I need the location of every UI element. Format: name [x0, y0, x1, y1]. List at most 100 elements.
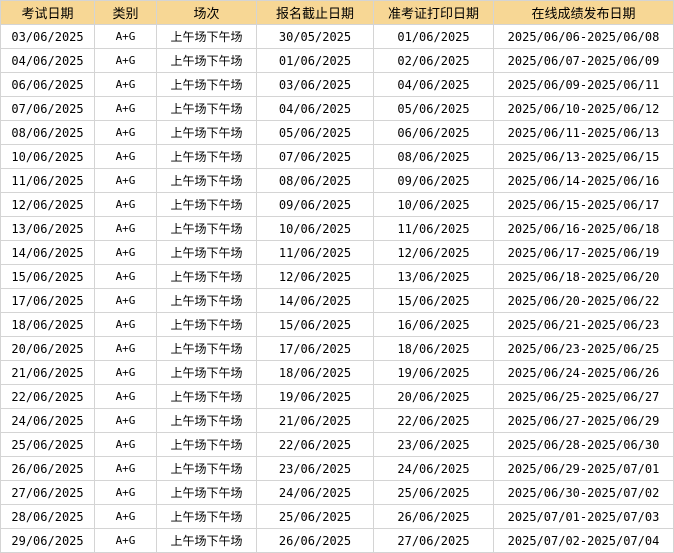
exam-date-cell: 13/06/2025 — [0, 216, 95, 241]
table-row: 03/06/2025 A+G 上午场下午场 30/05/2025 01/06/2025 2… — [0, 24, 674, 49]
exam-date-cell: 28/06/2025 — [0, 504, 95, 529]
exam-date-cell: 21/06/2025 — [0, 360, 95, 385]
exam-date-cell: 22/06/2025 — [0, 384, 95, 409]
category-cell: A+G — [94, 192, 157, 217]
admission-print-date-cell: 08/06/2025 — [373, 144, 494, 169]
category-cell: A+G — [94, 408, 157, 433]
exam-date-cell: 04/06/2025 — [0, 48, 95, 73]
results-release-cell: 2025/06/28-2025/06/30 — [493, 432, 674, 457]
registration-deadline-cell: 10/06/2025 — [256, 216, 374, 241]
exam-date-cell: 08/06/2025 — [0, 120, 95, 145]
admission-print-date-cell: 05/06/2025 — [373, 96, 494, 121]
table-row: 17/06/2025 A+G 上午场下午场 14/06/2025 15/06/2025 2… — [0, 288, 674, 313]
session-cell: 上午场下午场 — [156, 360, 257, 385]
admission-print-date-cell: 02/06/2025 — [373, 48, 494, 73]
category-cell: A+G — [94, 336, 157, 361]
admission-print-date-cell: 16/06/2025 — [373, 312, 494, 337]
results-release-cell: 2025/06/23-2025/06/25 — [493, 336, 674, 361]
admission-print-date-cell: 10/06/2025 — [373, 192, 494, 217]
header-session: 场次 — [156, 0, 257, 25]
session-cell: 上午场下午场 — [156, 192, 257, 217]
registration-deadline-cell: 22/06/2025 — [256, 432, 374, 457]
registration-deadline-cell: 08/06/2025 — [256, 168, 374, 193]
admission-print-date-cell: 04/06/2025 — [373, 72, 494, 97]
session-cell: 上午场下午场 — [156, 384, 257, 409]
header-online-results-date: 在线成绩发布日期 — [493, 0, 674, 25]
exam-date-cell: 17/06/2025 — [0, 288, 95, 313]
results-release-cell: 2025/06/06-2025/06/08 — [493, 24, 674, 49]
table-row: 28/06/2025 A+G 上午场下午场 25/06/2025 26/06/2025 2… — [0, 504, 674, 529]
session-cell: 上午场下午场 — [156, 456, 257, 481]
session-cell: 上午场下午场 — [156, 528, 257, 553]
category-cell: A+G — [94, 456, 157, 481]
table-row: 27/06/2025 A+G 上午场下午场 24/06/2025 25/06/2025 2… — [0, 480, 674, 505]
registration-deadline-cell: 11/06/2025 — [256, 240, 374, 265]
exam-date-cell: 03/06/2025 — [0, 24, 95, 49]
session-cell: 上午场下午场 — [156, 264, 257, 289]
category-cell: A+G — [94, 96, 157, 121]
admission-print-date-cell: 15/06/2025 — [373, 288, 494, 313]
table-row: 04/06/2025 A+G 上午场下午场 01/06/2025 02/06/2025 2… — [0, 48, 674, 73]
category-cell: A+G — [94, 432, 157, 457]
table-row: 26/06/2025 A+G 上午场下午场 23/06/2025 24/06/2025 2… — [0, 456, 674, 481]
results-release-cell: 2025/06/27-2025/06/29 — [493, 408, 674, 433]
table-row: 21/06/2025 A+G 上午场下午场 18/06/2025 19/06/2025 2… — [0, 360, 674, 385]
admission-print-date-cell: 25/06/2025 — [373, 480, 494, 505]
header-category: 类别 — [94, 0, 157, 25]
admission-print-date-cell: 19/06/2025 — [373, 360, 494, 385]
table-row: 25/06/2025 A+G 上午场下午场 22/06/2025 23/06/2025 2… — [0, 432, 674, 457]
registration-deadline-cell: 21/06/2025 — [256, 408, 374, 433]
admission-print-date-cell: 24/06/2025 — [373, 456, 494, 481]
table-row: 13/06/2025 A+G 上午场下午场 10/06/2025 11/06/2025 2… — [0, 216, 674, 241]
results-release-cell: 2025/06/29-2025/07/01 — [493, 456, 674, 481]
category-cell: A+G — [94, 504, 157, 529]
category-cell: A+G — [94, 360, 157, 385]
category-cell: A+G — [94, 480, 157, 505]
registration-deadline-cell: 18/06/2025 — [256, 360, 374, 385]
exam-date-cell: 06/06/2025 — [0, 72, 95, 97]
registration-deadline-cell: 01/06/2025 — [256, 48, 374, 73]
exam-date-cell: 29/06/2025 — [0, 528, 95, 553]
results-release-cell: 2025/06/20-2025/06/22 — [493, 288, 674, 313]
session-cell: 上午场下午场 — [156, 432, 257, 457]
exam-date-cell: 20/06/2025 — [0, 336, 95, 361]
session-cell: 上午场下午场 — [156, 96, 257, 121]
category-cell: A+G — [94, 48, 157, 73]
table-row: 15/06/2025 A+G 上午场下午场 12/06/2025 13/06/2025 2… — [0, 264, 674, 289]
header-admission-print-date: 准考证打印日期 — [373, 0, 494, 25]
admission-print-date-cell: 11/06/2025 — [373, 216, 494, 241]
results-release-cell: 2025/07/01-2025/07/03 — [493, 504, 674, 529]
exam-date-cell: 12/06/2025 — [0, 192, 95, 217]
results-release-cell: 2025/06/30-2025/07/02 — [493, 480, 674, 505]
table-row: 29/06/2025 A+G 上午场下午场 26/06/2025 27/06/2025 2… — [0, 528, 674, 553]
category-cell: A+G — [94, 312, 157, 337]
results-release-cell: 2025/06/14-2025/06/16 — [493, 168, 674, 193]
header-exam-date: 考试日期 — [0, 0, 95, 25]
results-release-cell: 2025/07/02-2025/07/04 — [493, 528, 674, 553]
category-cell: A+G — [94, 24, 157, 49]
table-row: 06/06/2025 A+G 上午场下午场 03/06/2025 04/06/2025 2… — [0, 72, 674, 97]
admission-print-date-cell: 26/06/2025 — [373, 504, 494, 529]
table-row: 11/06/2025 A+G 上午场下午场 08/06/2025 09/06/2025 2… — [0, 168, 674, 193]
admission-print-date-cell: 27/06/2025 — [373, 528, 494, 553]
results-release-cell: 2025/06/16-2025/06/18 — [493, 216, 674, 241]
results-release-cell: 2025/06/21-2025/06/23 — [493, 312, 674, 337]
results-release-cell: 2025/06/15-2025/06/17 — [493, 192, 674, 217]
exam-schedule-table: 考试日期 类别 场次 报名截止日期 准考证打印日期 在线成绩发布日期 03/06… — [0, 0, 674, 553]
session-cell: 上午场下午场 — [156, 312, 257, 337]
category-cell: A+G — [94, 384, 157, 409]
exam-date-cell: 27/06/2025 — [0, 480, 95, 505]
table-row: 22/06/2025 A+G 上午场下午场 19/06/2025 20/06/2025 2… — [0, 384, 674, 409]
admission-print-date-cell: 06/06/2025 — [373, 120, 494, 145]
registration-deadline-cell: 12/06/2025 — [256, 264, 374, 289]
admission-print-date-cell: 23/06/2025 — [373, 432, 494, 457]
exam-date-cell: 25/06/2025 — [0, 432, 95, 457]
admission-print-date-cell: 20/06/2025 — [373, 384, 494, 409]
registration-deadline-cell: 09/06/2025 — [256, 192, 374, 217]
session-cell: 上午场下午场 — [156, 408, 257, 433]
exam-date-cell: 15/06/2025 — [0, 264, 95, 289]
registration-deadline-cell: 14/06/2025 — [256, 288, 374, 313]
results-release-cell: 2025/06/13-2025/06/15 — [493, 144, 674, 169]
session-cell: 上午场下午场 — [156, 216, 257, 241]
admission-print-date-cell: 09/06/2025 — [373, 168, 494, 193]
